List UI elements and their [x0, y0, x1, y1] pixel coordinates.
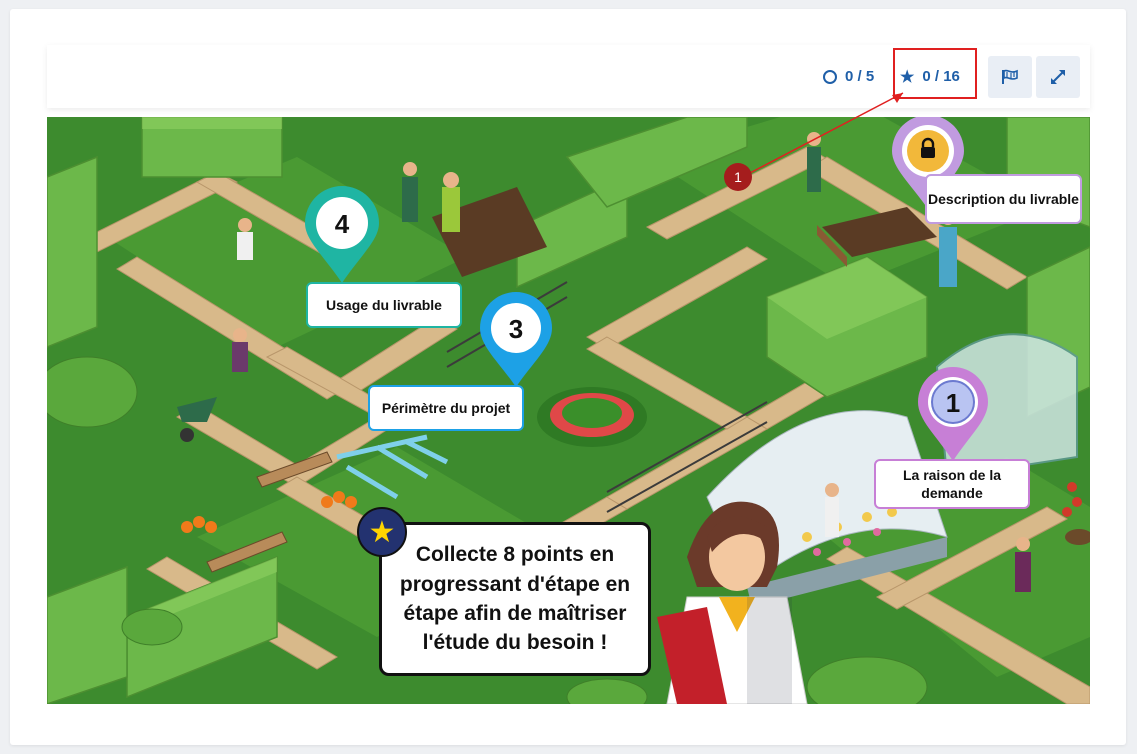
- star-badge-icon: ★: [357, 507, 407, 557]
- annotation-marker: 1: [724, 163, 752, 191]
- instruction-bubble: Collecte 8 points en progressant d'étape…: [379, 522, 651, 676]
